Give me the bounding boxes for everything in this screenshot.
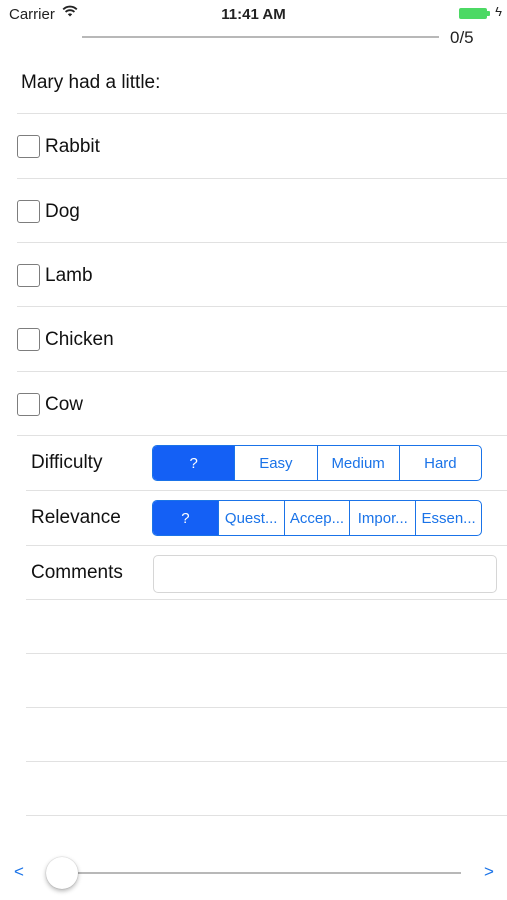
question-text: Mary had a little: xyxy=(21,72,161,93)
option-label: Rabbit xyxy=(45,136,100,157)
comments-label: Comments xyxy=(31,562,123,583)
previous-button[interactable]: < xyxy=(14,862,24,882)
relevance-segmented-control[interactable]: ? Quest... Accep... Impor... Essen... xyxy=(152,500,482,536)
checkbox[interactable] xyxy=(17,328,40,351)
battery-icon xyxy=(459,8,487,19)
divider xyxy=(26,707,507,708)
relevance-segment-important[interactable]: Impor... xyxy=(349,501,415,535)
option-label: Chicken xyxy=(45,329,114,350)
divider xyxy=(26,815,507,816)
status-bar: Carrier 11:41 AM ϟ xyxy=(0,0,507,28)
option-dog[interactable]: Dog xyxy=(0,179,507,243)
next-button[interactable]: > xyxy=(484,862,494,882)
checkbox[interactable] xyxy=(17,135,40,158)
progress-bar xyxy=(82,36,439,38)
difficulty-label: Difficulty xyxy=(31,452,103,473)
divider xyxy=(26,653,507,654)
relevance-segment-essential[interactable]: Essen... xyxy=(415,501,481,535)
question-slider-thumb[interactable] xyxy=(46,857,78,889)
checkbox[interactable] xyxy=(17,200,40,223)
relevance-segment-unknown[interactable]: ? xyxy=(153,501,218,535)
option-cow[interactable]: Cow xyxy=(0,372,507,436)
progress-text: 0/5 xyxy=(450,28,474,47)
divider xyxy=(26,490,507,491)
option-chicken[interactable]: Chicken xyxy=(0,307,507,371)
option-rabbit[interactable]: Rabbit xyxy=(0,114,507,178)
option-label: Cow xyxy=(45,394,84,415)
option-lamb[interactable]: Lamb xyxy=(0,243,507,307)
charging-bolt-icon: ϟ xyxy=(495,4,502,19)
divider xyxy=(17,435,507,436)
difficulty-segment-easy[interactable]: Easy xyxy=(234,446,316,480)
checkbox[interactable] xyxy=(17,393,40,416)
divider xyxy=(26,761,507,762)
difficulty-segment-unknown[interactable]: ? xyxy=(153,446,235,480)
difficulty-segment-hard[interactable]: Hard xyxy=(398,446,481,480)
divider xyxy=(26,545,507,546)
option-label: Dog xyxy=(45,201,80,222)
battery-tip xyxy=(487,11,490,16)
relevance-label: Relevance xyxy=(31,507,121,528)
difficulty-segmented-control[interactable]: ? Easy Medium Hard xyxy=(152,445,482,481)
difficulty-segment-medium[interactable]: Medium xyxy=(316,446,399,480)
divider xyxy=(26,599,507,600)
relevance-segment-acceptable[interactable]: Accep... xyxy=(283,501,350,535)
question-slider-track[interactable] xyxy=(62,872,461,874)
relevance-segment-questionable[interactable]: Quest... xyxy=(217,501,284,535)
clock: 11:41 AM xyxy=(221,6,286,23)
checkbox[interactable] xyxy=(17,264,40,287)
option-label: Lamb xyxy=(45,265,93,286)
comments-field[interactable] xyxy=(153,555,497,593)
